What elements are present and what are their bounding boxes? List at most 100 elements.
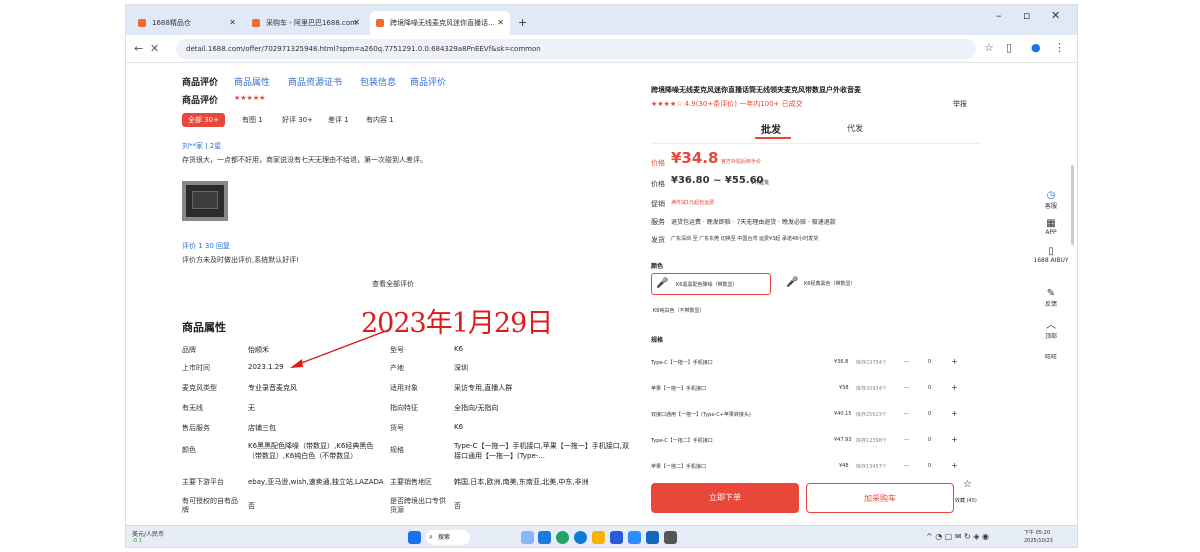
taskbar-time[interactable]: 下午 05:20 [1024,529,1050,536]
sidebar-item-feedback[interactable]: ✎ 反馈 [1031,288,1071,308]
increment-button[interactable]: + [951,435,958,444]
attr-key: 货号 [390,424,404,432]
browser-tab-bar: 1688精品仓 ✕ 采购车 - 阿里巴巴1688.com ✕ 跨境降噪无线麦克风… [126,5,1077,35]
attr-key: 适用对象 [390,384,418,392]
app-icon[interactable] [610,531,623,544]
increment-button[interactable]: + [951,409,958,418]
color-option[interactable]: K6纯白色（不带数显） [651,303,771,319]
product-thumb-icon: 🎤 [656,278,669,289]
tray-icons[interactable]: ^ ◔ ▢ ✉ ↻ ◈ ◉ [926,532,989,541]
app-icon[interactable] [538,531,551,544]
extension-icon[interactable]: ▯ [1006,41,1012,54]
filter-negative[interactable]: 差评 1 [322,113,355,127]
tab-dropship[interactable]: 代发 [847,123,863,134]
spec-name: Type-C【一拖一】手机接口 [651,360,713,366]
filter-positive[interactable]: 好评 30+ [276,113,319,127]
tab-certificates[interactable]: 商品资源证书 [288,75,342,88]
increment-button[interactable]: + [951,357,958,366]
service-text[interactable]: 退货包运费 · 晚发即赔 · 7天无理由退货 · 晚发必赔 · 极速退款 [671,217,836,226]
color-option-selected[interactable]: 🎤 K6黑黑配色降噪（带数显） [651,273,771,295]
quantity-input[interactable]: 0 [928,437,931,443]
app-icon[interactable] [664,531,677,544]
attr-key: 颜色 [182,446,196,454]
maximize-icon[interactable]: ▫ [1023,9,1030,22]
report-link[interactable]: 举报 [953,99,967,109]
decrement-button[interactable]: − [903,357,910,366]
color-option-label: K6经典黑色（带数显） [804,281,856,287]
menu-icon[interactable]: ⋮ [1054,41,1065,54]
browser-tab[interactable]: 采购车 - 阿里巴巴1688.com ✕ [246,11,366,35]
quantity-input[interactable]: 0 [928,359,931,365]
attr-key: 上市时间 [182,364,210,372]
quantity-input[interactable]: 0 [928,385,931,391]
tab-wholesale[interactable]: 批发 [761,121,781,136]
price-label: 价格 [651,159,665,167]
site-favicon-icon [252,19,260,27]
sidebar-item-app[interactable]: ▦ APP [1031,218,1071,236]
decrement-button[interactable]: − [903,409,910,418]
view-all-reviews-link[interactable]: 查看全部评价 [372,279,414,289]
review-photo[interactable] [182,181,228,221]
sidebar-item-aibuy[interactable]: ▯ 1688 AIBUY [1031,246,1071,264]
browser-tab[interactable]: 1688精品仓 ✕ [132,11,242,35]
filter-all[interactable]: 全部 30+ [182,113,225,127]
app-icon[interactable] [628,531,641,544]
increment-button[interactable]: + [951,461,958,470]
tab-reviews[interactable]: 商品评价 [182,75,218,88]
color-option[interactable]: 🎤 K6经典黑色（带数显） [786,273,906,295]
file-explorer-icon[interactable] [521,531,534,544]
star-icon[interactable]: ☆ [963,479,972,490]
review-user: 评价 1 30 回复 [182,242,231,250]
buy-now-button[interactable]: 立即下单 [651,483,799,513]
close-window-icon[interactable]: ✕ [1051,9,1060,22]
sidebar-item-wangwang[interactable]: 旺旺 [1031,352,1071,361]
ship-text[interactable]: 广东深圳 至 广东东莞 切换至 中国台湾 运费¥3起 承诺48小时发货 [671,235,818,242]
folder-icon[interactable] [592,531,605,544]
divider [651,143,981,144]
close-icon[interactable]: ✕ [353,11,360,35]
close-icon[interactable]: ✕ [229,11,236,35]
quantity-input[interactable]: 0 [928,463,931,469]
add-to-cart-button[interactable]: 加采购车 [806,483,954,513]
decrement-button[interactable]: − [903,461,910,470]
reload-icon[interactable]: ✕ [150,42,159,55]
decrement-button[interactable]: − [903,435,910,444]
minimize-icon[interactable]: – [996,9,1002,22]
attr-value: ebay,亚马逊,wish,速卖通,独立站,LAZADA [248,478,384,486]
profile-icon[interactable]: ● [1031,41,1041,54]
taskbar-date[interactable]: 2025/10/23 [1024,538,1053,544]
tab-packaging[interactable]: 包装信息 [360,75,396,88]
app-icon[interactable] [646,531,659,544]
chrome-icon[interactable] [556,531,569,544]
close-icon[interactable]: ✕ [497,11,504,35]
url-input[interactable]: detail.1688.com/offer/702971325948.html?… [176,39,976,59]
site-favicon-icon [376,19,384,27]
tab-attributes[interactable]: 商品属性 [234,75,270,88]
sidebar-item-service[interactable]: ◷ 客服 [1031,190,1071,210]
start-icon[interactable] [408,531,421,544]
scrollbar[interactable] [1071,165,1074,245]
attr-value: K6 [454,423,464,431]
browser-tab-active[interactable]: 跨境降噪无线麦克风迷你直播话… ✕ [370,11,510,35]
spec-price: ¥36.8 [834,359,849,365]
widget-text[interactable]: 美元/人民币 [132,529,164,538]
sidebar-label: 旺旺 [1044,354,1057,361]
new-tab-button[interactable]: + [514,11,534,35]
quantity-input[interactable]: 0 [928,411,931,417]
edge-icon[interactable] [574,531,587,544]
filter-with-photo[interactable]: 有图 1 [236,113,269,127]
tab-label: 跨境降噪无线麦克风迷你直播话… [390,19,495,27]
increment-button[interactable]: + [951,383,958,392]
spec-stock: 库存25623个 [856,412,887,418]
attr-value: 否 [454,502,461,510]
collect-label[interactable]: 收藏 (45) [955,497,977,504]
attr-value: 韩国,日本,欧洲,南美,东南亚,北美,中东,非洲 [454,478,589,486]
taskbar-search[interactable]: ⌕ 搜索 [426,530,470,545]
filter-with-content[interactable]: 有内容 1 [360,113,400,127]
back-icon[interactable]: ← [134,42,143,55]
tab-reviews-2[interactable]: 商品评价 [410,75,446,88]
attr-value-launch-date: 2023.1.29 [248,363,284,371]
decrement-button[interactable]: − [903,383,910,392]
star-icon[interactable]: ☆ [984,41,994,54]
sidebar-item-top[interactable]: ︿ 顶部 [1031,316,1071,340]
